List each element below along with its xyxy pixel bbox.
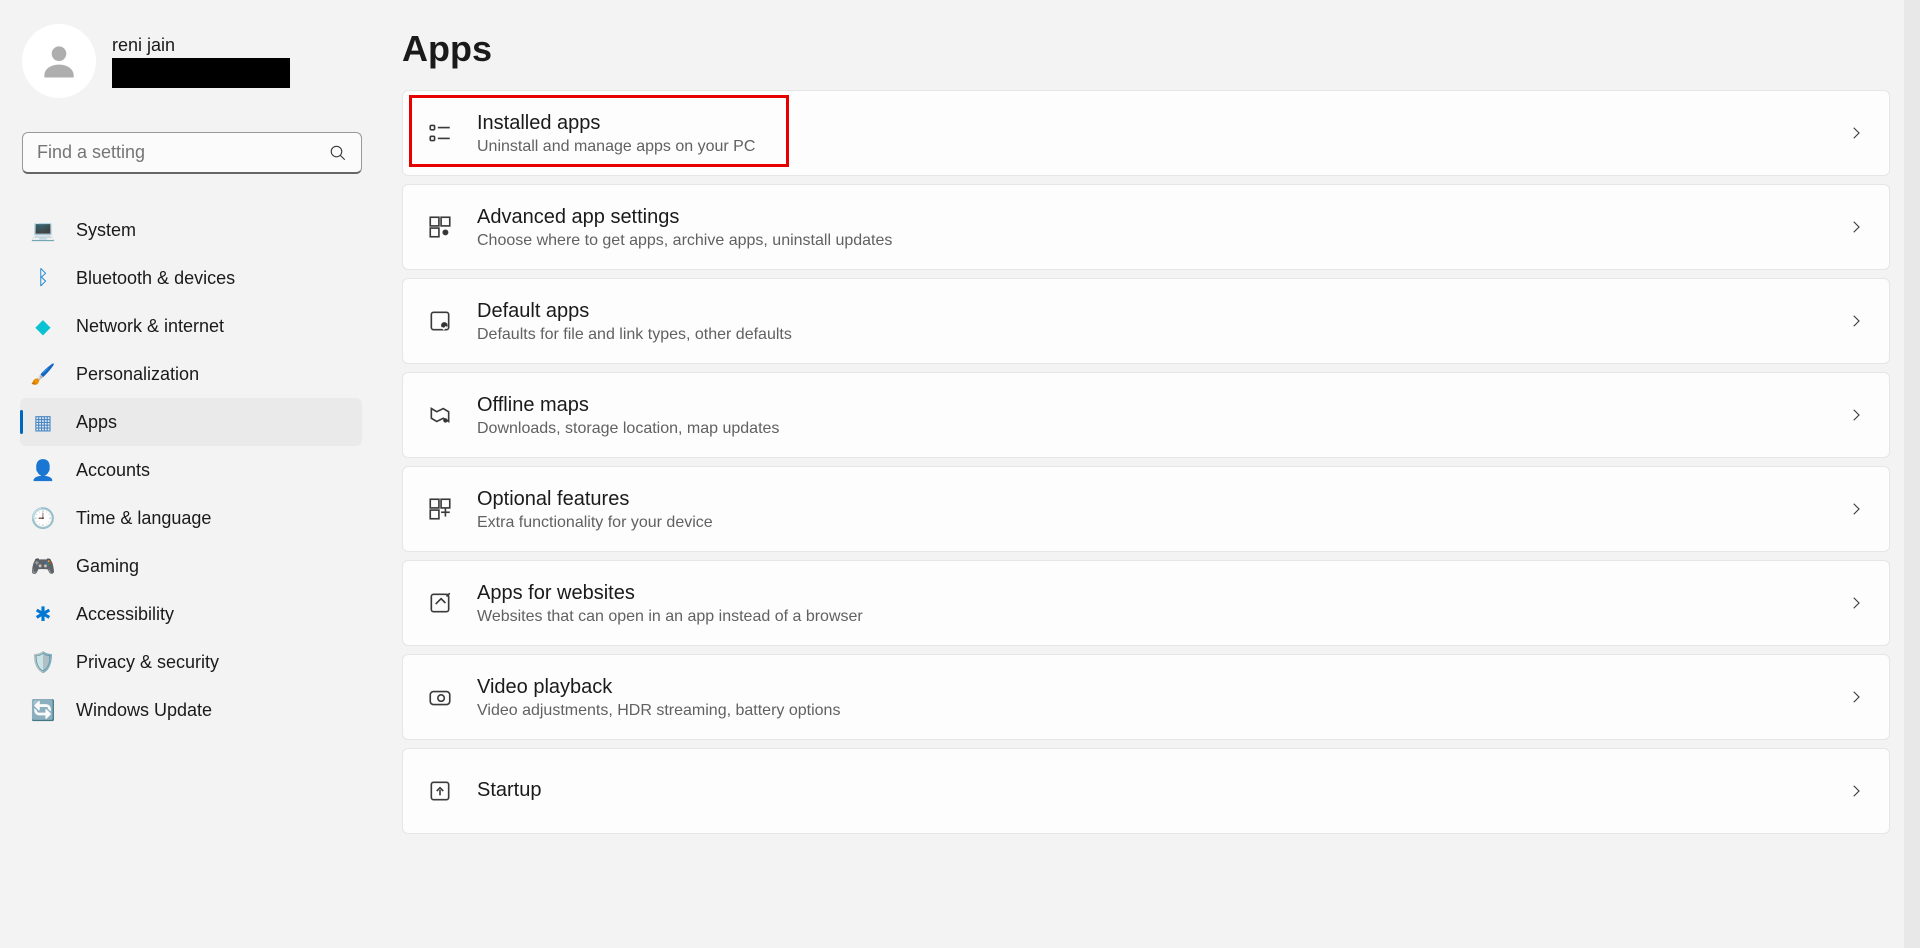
card-icon (427, 308, 453, 334)
card-installed-apps[interactable]: Installed apps Uninstall and manage apps … (402, 90, 1890, 176)
nav-label: Apps (76, 412, 117, 433)
chevron-right-icon (1847, 782, 1865, 800)
sidebar-item-personalization[interactable]: 🖌️ Personalization (20, 350, 362, 398)
nav-label: Personalization (76, 364, 199, 385)
chevron-right-icon (1847, 218, 1865, 236)
nav-icon: 👤 (32, 459, 54, 481)
card-startup[interactable]: Startup (402, 748, 1890, 834)
sidebar-item-time-language[interactable]: 🕘 Time & language (20, 494, 362, 542)
card-desc: Uninstall and manage apps on your PC (477, 138, 1847, 156)
card-icon (427, 402, 453, 428)
profile-name: reni jain (112, 35, 358, 56)
nav-icon: 🎮 (32, 555, 54, 577)
page-title: Apps (402, 28, 1890, 70)
card-default-apps[interactable]: Default apps Defaults for file and link t… (402, 278, 1890, 364)
sidebar-item-gaming[interactable]: 🎮 Gaming (20, 542, 362, 590)
card-desc: Extra functionality for your device (477, 514, 1847, 532)
card-optional-features[interactable]: Optional features Extra functionality for… (402, 466, 1890, 552)
sidebar-item-bluetooth-devices[interactable]: ᛒ Bluetooth & devices (20, 254, 362, 302)
sidebar-item-accounts[interactable]: 👤 Accounts (20, 446, 362, 494)
card-advanced-app-settings[interactable]: Advanced app settings Choose where to get… (402, 184, 1890, 270)
nav-icon: ◆ (32, 315, 54, 337)
nav-icon: 🛡️ (32, 651, 54, 673)
sidebar-item-accessibility[interactable]: ✱ Accessibility (20, 590, 362, 638)
sidebar-item-network-internet[interactable]: ◆ Network & internet (20, 302, 362, 350)
card-desc: Downloads, storage location, map updates (477, 420, 1847, 438)
nav-label: Gaming (76, 556, 139, 577)
card-title: Optional features (477, 487, 1847, 512)
card-title: Video playback (477, 675, 1847, 700)
card-desc: Choose where to get apps, archive apps, … (477, 232, 1847, 250)
card-title: Default apps (477, 299, 1847, 324)
sidebar-item-privacy-security[interactable]: 🛡️ Privacy & security (20, 638, 362, 686)
card-icon (427, 496, 453, 522)
cards-list: Installed apps Uninstall and manage apps … (402, 90, 1890, 834)
nav-label: Accessibility (76, 604, 174, 625)
nav-icon: 🔄 (32, 699, 54, 721)
sidebar-item-system[interactable]: 💻 System (20, 206, 362, 254)
profile-email-redacted (112, 58, 290, 88)
chevron-right-icon (1847, 594, 1865, 612)
nav-label: Time & language (76, 508, 211, 529)
profile-block[interactable]: reni jain (0, 20, 380, 106)
card-desc: Websites that can open in an app instead… (477, 608, 1847, 626)
chevron-right-icon (1847, 124, 1865, 142)
nav-list: 💻 System ᛒ Bluetooth & devices ◆ Network & in… (0, 186, 380, 734)
card-title: Installed apps (477, 111, 1847, 136)
card-icon (427, 590, 453, 616)
card-icon (427, 684, 453, 710)
sidebar-item-apps[interactable]: ▦ Apps (20, 398, 362, 446)
nav-icon: ▦ (32, 411, 54, 433)
search-input-wrap[interactable] (22, 132, 362, 174)
card-title: Offline maps (477, 393, 1847, 418)
search-icon (329, 144, 347, 162)
sidebar: reni jain 💻 System ᛒ Bluetooth & devices ◆ Ne… (0, 0, 380, 948)
nav-label: Network & internet (76, 316, 224, 337)
nav-icon: 🖌️ (32, 363, 54, 385)
card-icon (427, 214, 453, 240)
scrollbar-track[interactable] (1904, 0, 1920, 948)
card-title: Apps for websites (477, 581, 1847, 606)
nav-icon: 💻 (32, 219, 54, 241)
card-offline-maps[interactable]: Offline maps Downloads, storage location,… (402, 372, 1890, 458)
nav-label: Bluetooth & devices (76, 268, 235, 289)
chevron-right-icon (1847, 312, 1865, 330)
card-video-playback[interactable]: Video playback Video adjustments, HDR str… (402, 654, 1890, 740)
nav-icon: 🕘 (32, 507, 54, 529)
card-title: Startup (477, 778, 1847, 803)
main-content: Apps Installed apps Uninstall and manage … (380, 0, 1920, 948)
card-icon (427, 120, 453, 146)
nav-label: Privacy & security (76, 652, 219, 673)
card-desc: Video adjustments, HDR streaming, batter… (477, 702, 1847, 720)
chevron-right-icon (1847, 688, 1865, 706)
chevron-right-icon (1847, 500, 1865, 518)
nav-label: Windows Update (76, 700, 212, 721)
card-apps-for-websites[interactable]: Apps for websites Websites that can open … (402, 560, 1890, 646)
card-desc: Defaults for file and link types, other … (477, 326, 1847, 344)
nav-label: System (76, 220, 136, 241)
nav-label: Accounts (76, 460, 150, 481)
search-input[interactable] (37, 142, 329, 163)
card-title: Advanced app settings (477, 205, 1847, 230)
nav-icon: ✱ (32, 603, 54, 625)
nav-icon: ᛒ (32, 267, 54, 289)
sidebar-item-windows-update[interactable]: 🔄 Windows Update (20, 686, 362, 734)
avatar (22, 24, 96, 98)
card-icon (427, 778, 453, 804)
chevron-right-icon (1847, 406, 1865, 424)
